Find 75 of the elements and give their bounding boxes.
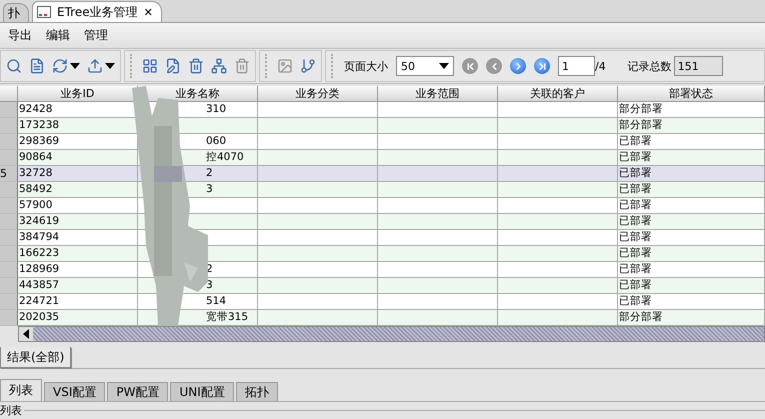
table-cell: 298369	[18, 134, 138, 150]
table-cell: 已部署	[618, 246, 765, 262]
row-header[interactable]	[0, 230, 18, 246]
chevron-icon	[464, 60, 476, 72]
row-header[interactable]	[0, 310, 18, 326]
table-cell: 90864	[18, 150, 138, 166]
table-cell: 58492	[18, 182, 138, 198]
table-cell: 57900	[18, 198, 138, 214]
table-cell: 部分部署	[618, 118, 765, 134]
row-header[interactable]	[0, 198, 18, 214]
table-cell: 已部署	[618, 182, 765, 198]
column-header[interactable]: 业务分类	[258, 86, 378, 102]
table-cell: 324619	[18, 214, 138, 230]
column-header[interactable]: 部署状态	[618, 86, 765, 102]
bottom-tab[interactable]: 列表	[0, 379, 42, 401]
table-cell: 已部署	[618, 166, 765, 182]
page-size-select[interactable]: 50	[396, 56, 454, 76]
document-icon	[37, 6, 51, 18]
row-header[interactable]	[0, 246, 18, 262]
table-cell: 202035	[18, 310, 138, 326]
table-cell: 92428	[18, 102, 138, 118]
table-cell: 已部署	[618, 230, 765, 246]
menu-item[interactable]: 管理	[84, 27, 108, 44]
table-cell: 128969	[18, 262, 138, 278]
table-cell: 已部署	[618, 278, 765, 294]
row-header[interactable]	[0, 278, 18, 294]
page-size-label: 页面大小	[344, 58, 388, 74]
editor-tab[interactable]: ETree业务管理 ✕	[32, 1, 162, 22]
table-cell: 已部署	[618, 134, 765, 150]
corner-header[interactable]	[0, 86, 18, 102]
table-cell: 166223	[18, 246, 138, 262]
row-header[interactable]	[0, 102, 18, 118]
table-cell: 部分部署	[618, 310, 765, 326]
row-header[interactable]	[0, 262, 18, 278]
menu-item[interactable]: 导出	[8, 27, 32, 44]
bottom-tab[interactable]: VSI配置	[44, 382, 106, 401]
table-cell: 已部署	[618, 294, 765, 310]
row-header[interactable]	[0, 214, 18, 230]
table-cell: 224721	[18, 294, 138, 310]
table-cell: 已部署	[618, 214, 765, 230]
row-header[interactable]	[0, 150, 18, 166]
bottom-tab[interactable]: PW配置	[107, 382, 168, 401]
table-cell: 部分部署	[618, 102, 765, 118]
bottom-tab[interactable]: UNI配置	[170, 382, 234, 401]
row-header[interactable]	[0, 134, 18, 150]
toolbar-button[interactable]	[87, 58, 115, 74]
row-header[interactable]: 5	[0, 166, 18, 182]
menu-item[interactable]: 编辑	[46, 27, 70, 44]
table-cell: 173238	[18, 118, 138, 134]
page-nav-button[interactable]	[510, 58, 526, 74]
total-label: 记录总数	[628, 58, 672, 74]
toolbar-button[interactable]	[52, 58, 80, 74]
page-input[interactable]: 1	[558, 56, 595, 76]
column-header[interactable]: 关联的客户	[498, 86, 618, 102]
column-header[interactable]: 业务范围	[378, 86, 498, 102]
row-header[interactable]	[0, 118, 18, 134]
close-icon[interactable]: ✕	[144, 6, 153, 18]
chevron-icon	[536, 60, 548, 72]
table-cell: 已部署	[618, 198, 765, 214]
total-field: 151	[674, 56, 723, 76]
row-header[interactable]	[0, 182, 18, 198]
table-cell: 443857	[18, 278, 138, 294]
bottom-tab[interactable]: 拓扑	[236, 382, 278, 401]
table-cell: 32728	[18, 166, 138, 182]
table-cell: 已部署	[618, 150, 765, 166]
page-nav-button[interactable]	[534, 58, 550, 74]
result-tab[interactable]: 结果(全部)	[0, 347, 72, 368]
editor-tab[interactable]: 扑	[3, 3, 29, 22]
column-header[interactable]: 业务ID	[18, 86, 138, 102]
row-header[interactable]	[0, 294, 18, 310]
page-total: /4	[595, 60, 606, 72]
section-label: 列表	[0, 402, 22, 418]
table-cell: 384794	[18, 230, 138, 246]
horizontal-scrollbar[interactable]	[18, 326, 765, 342]
table-cell: 已部署	[618, 262, 765, 278]
